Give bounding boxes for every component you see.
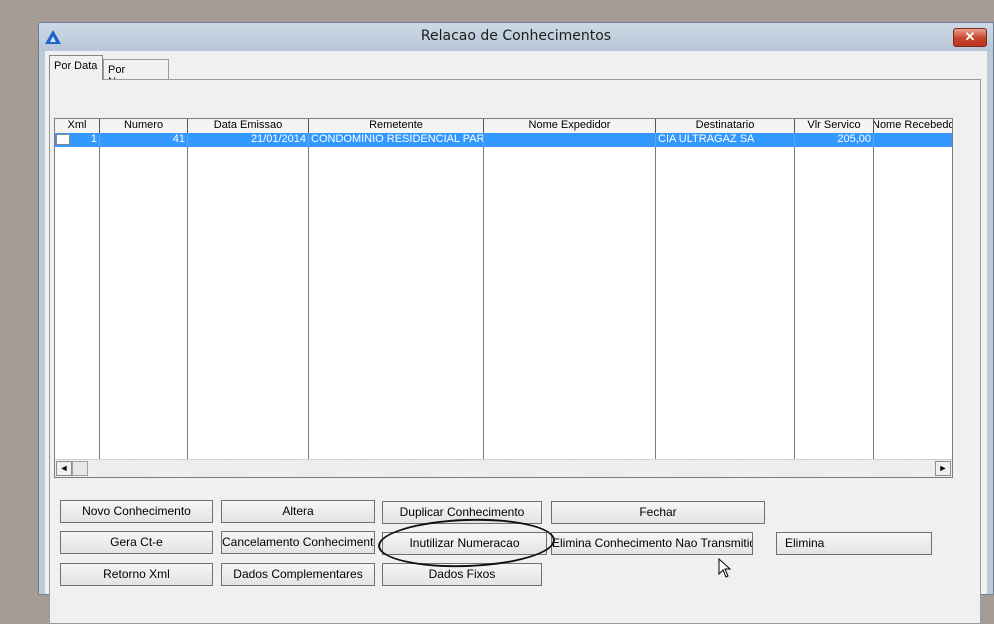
column-header-data-emissao[interactable]: Data Emissao: [188, 119, 309, 133]
horizontal-scrollbar[interactable]: ◄ ►: [55, 459, 952, 477]
elimina-button[interactable]: Elimina: [776, 532, 932, 555]
altera-button[interactable]: Altera: [221, 500, 375, 523]
column-header-nome-expedidor[interactable]: Nome Expedidor: [484, 119, 656, 133]
tab-por-numero[interactable]: Por Numero: [103, 59, 169, 88]
dados-complementares-button[interactable]: Dados Complementares: [221, 563, 375, 586]
conhecimentos-grid[interactable]: Xml Numero Data Emissao Remetente Nome E…: [54, 118, 953, 478]
close-icon: ✕: [964, 29, 976, 44]
cell-vlr-servico[interactable]: 205,00: [795, 133, 874, 147]
mouse-pointer-icon: [718, 558, 732, 578]
scroll-thumb[interactable]: [72, 461, 88, 476]
scroll-left-icon[interactable]: ◄: [56, 461, 72, 476]
grid-header: Xml Numero Data Emissao Remetente Nome E…: [55, 119, 952, 134]
scroll-right-icon[interactable]: ►: [935, 461, 951, 476]
table-row[interactable]: 1 41 21/01/2014 CONDOMINIO RESIDENCIAL P…: [55, 133, 952, 147]
cell-xml[interactable]: 1: [55, 133, 100, 147]
retorno-xml-button[interactable]: Retorno Xml: [60, 563, 213, 586]
cell-remetente[interactable]: CONDOMINIO RESIDENCIAL PARI: [309, 133, 484, 147]
column-divider: [873, 133, 874, 459]
column-divider: [483, 133, 484, 459]
column-header-vlr-servico[interactable]: Vlr Servico: [795, 119, 874, 133]
column-header-destinatario[interactable]: Destinatario: [656, 119, 795, 133]
column-header-remetente[interactable]: Remetente: [309, 119, 484, 133]
column-header-xml[interactable]: Xml: [55, 119, 100, 133]
cell-data-emissao[interactable]: 21/01/2014: [188, 133, 309, 147]
column-divider: [655, 133, 656, 459]
column-divider: [794, 133, 795, 459]
column-divider: [99, 133, 100, 459]
cell-nome-expedidor[interactable]: [484, 133, 656, 147]
inutilizar-numeracao-button[interactable]: Inutilizar Numeracao: [382, 532, 547, 555]
column-divider: [308, 133, 309, 459]
cell-xml-value: 1: [90, 133, 97, 145]
duplicar-conhecimento-button[interactable]: Duplicar Conhecimento: [382, 501, 542, 524]
tab-por-data[interactable]: Por Data: [49, 55, 103, 80]
elimina-nao-transmitido-button[interactable]: Elimina Conhecimento Nao Transmitido: [551, 532, 753, 555]
xml-checkbox[interactable]: [56, 134, 70, 145]
gera-cte-button[interactable]: Gera Ct-e: [60, 531, 213, 554]
title-bar[interactable]: Relacao de Conhecimentos ✕: [39, 23, 993, 51]
column-header-nome-recebedor[interactable]: Nome Recebedor: [874, 119, 952, 133]
column-divider: [187, 133, 188, 459]
cell-numero[interactable]: 41: [100, 133, 188, 147]
cancelamento-conhecimento-button[interactable]: Cancelamento Conhecimento: [221, 531, 375, 554]
cell-destinatario[interactable]: CIA ULTRAGAZ SA: [656, 133, 795, 147]
window-title: Relacao de Conhecimentos: [420, 28, 612, 44]
fechar-button[interactable]: Fechar: [551, 501, 765, 524]
dados-fixos-button[interactable]: Dados Fixos: [382, 563, 542, 586]
column-header-numero[interactable]: Numero: [100, 119, 188, 133]
cell-nome-recebedor[interactable]: [874, 133, 952, 147]
close-button[interactable]: ✕: [953, 28, 987, 47]
novo-conhecimento-button[interactable]: Novo Conhecimento: [60, 500, 213, 523]
